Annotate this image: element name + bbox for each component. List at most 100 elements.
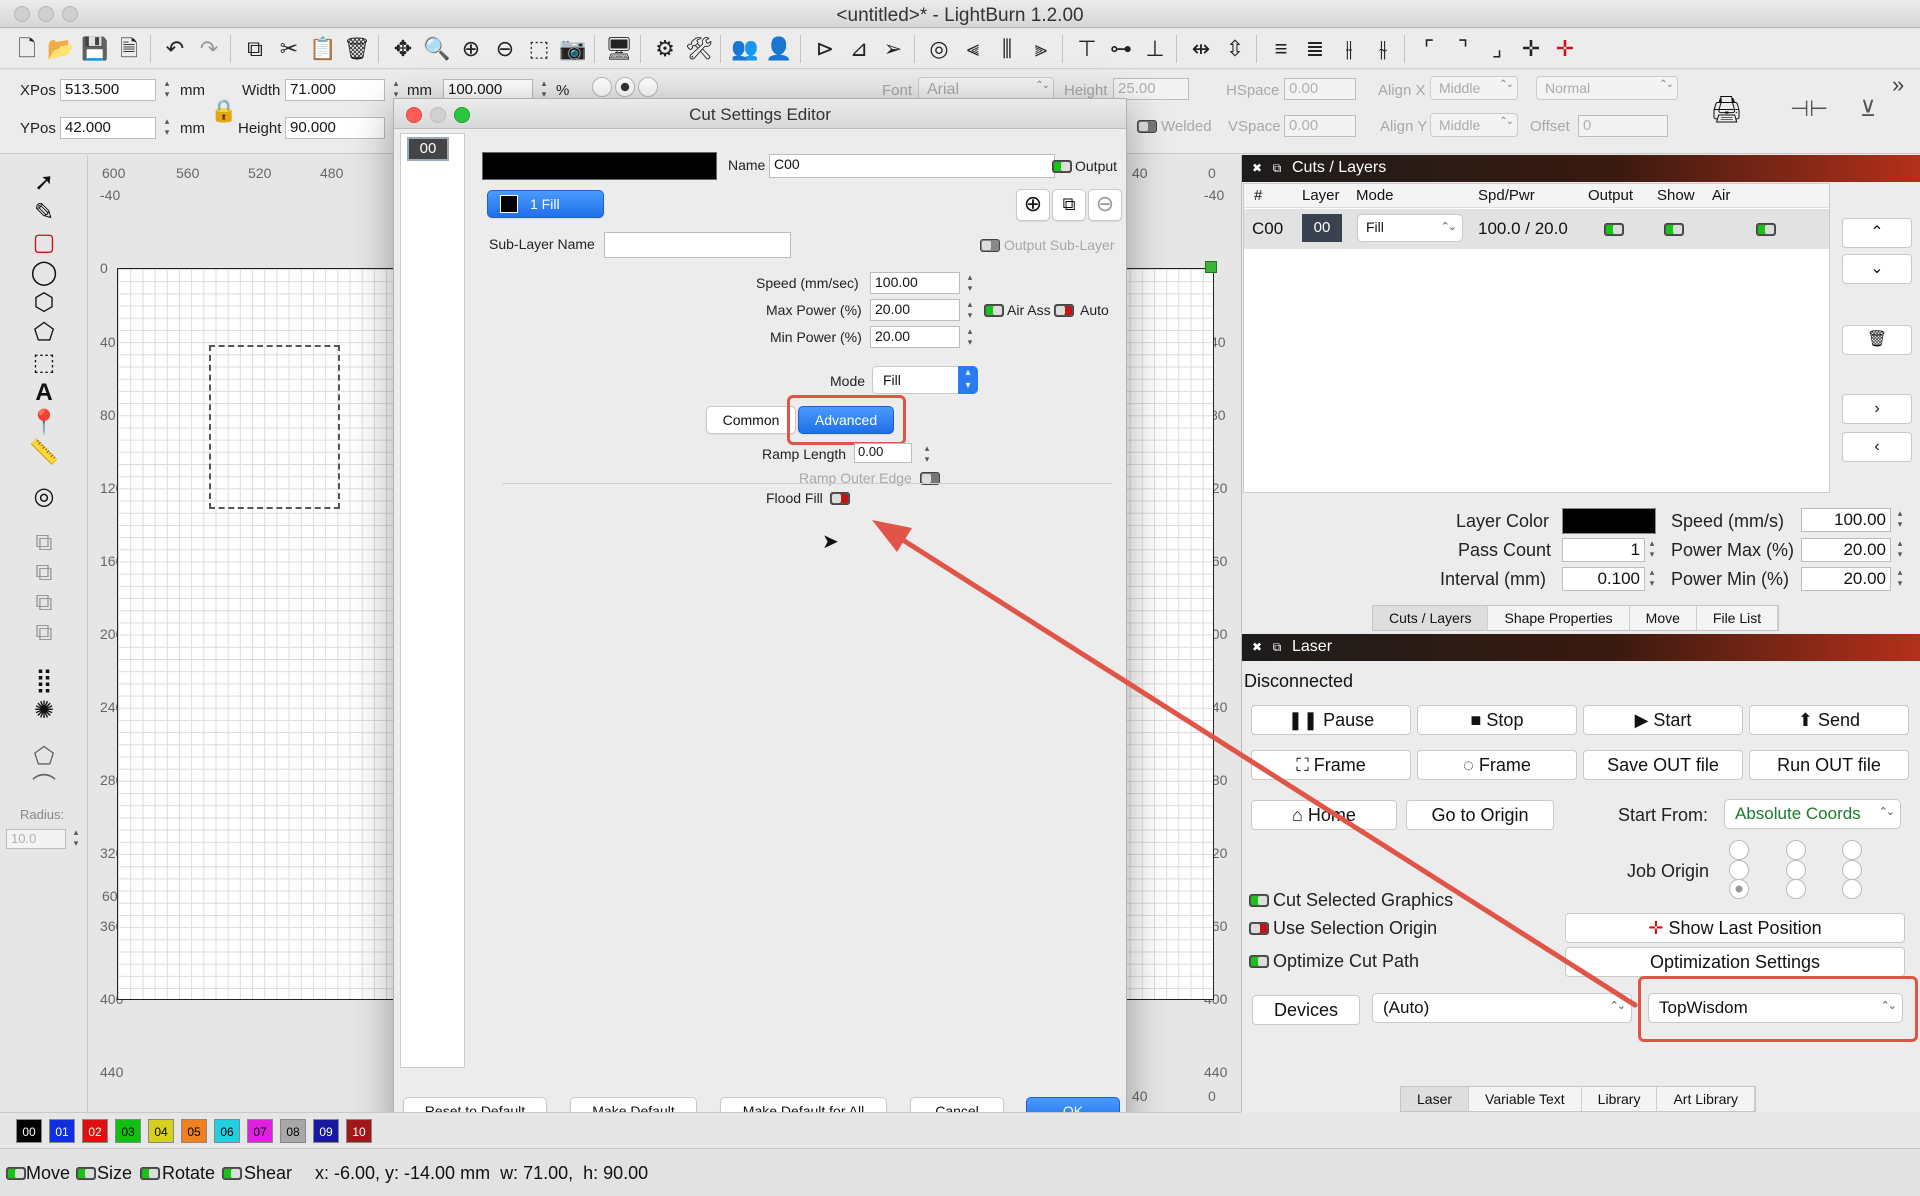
job-origin-tl[interactable]	[1729, 840, 1749, 860]
laser-position-icon[interactable]: ✛	[1550, 34, 1580, 64]
panel-float-icon[interactable]: ⧉	[1270, 161, 1284, 175]
offset-shapes-icon[interactable]: ◎	[28, 483, 60, 511]
boolean-subtract-icon[interactable]: ⧉	[28, 589, 60, 617]
job-origin-mr[interactable]	[1842, 860, 1862, 880]
move-layer-up-icon[interactable]: ⌃	[1842, 218, 1912, 248]
flood-fill-toggle[interactable]	[830, 492, 850, 505]
xpos-spinner[interactable]: ▴ ▾	[161, 78, 173, 102]
ellipse-icon[interactable]: ◯	[28, 259, 60, 287]
ramp-length-input[interactable]: 0.00	[854, 443, 912, 463]
stop-button[interactable]: ■ Stop	[1417, 705, 1577, 735]
cut-icon[interactable]: ✂	[274, 34, 304, 64]
radius-spinner[interactable]: ▴ ▾	[70, 827, 82, 851]
save-icon[interactable]: 💾	[80, 34, 110, 64]
speed-input[interactable]: 100.00	[870, 272, 960, 294]
air-assist-toggle[interactable]	[984, 304, 1004, 317]
start-from-select[interactable]: Absolute Coords	[1724, 799, 1901, 829]
measure-icon[interactable]: 📏	[28, 439, 60, 467]
name-input[interactable]: C00	[769, 154, 1055, 178]
align-bottom-icon[interactable]: ⊥	[1140, 34, 1170, 64]
optimization-settings-button[interactable]: Optimization Settings	[1565, 947, 1905, 977]
palette-swatch-08[interactable]: 08	[280, 1119, 306, 1143]
vspace-input[interactable]: 0.00	[1284, 115, 1356, 137]
layer-list-item-00[interactable]: 00	[407, 137, 449, 161]
power-min-spinner[interactable]: ▴ ▾	[1894, 567, 1906, 591]
boolean-intersect-icon[interactable]: ⧉	[28, 619, 60, 647]
speed-spinner[interactable]: ▴ ▾	[964, 272, 976, 296]
speed-spinner[interactable]: ▴ ▾	[1894, 508, 1906, 532]
circular-array-icon[interactable]: ✺	[28, 697, 60, 725]
send-icon[interactable]: ➢	[878, 34, 908, 64]
font-height-input[interactable]: 25.00	[1113, 78, 1189, 100]
paste-icon[interactable]: 📋	[308, 34, 338, 64]
lock-ratio-icon[interactable]: 🔒	[210, 98, 237, 124]
tools-icon[interactable]: 🛠	[684, 34, 714, 64]
power-max-spinner[interactable]: ▴ ▾	[1894, 538, 1906, 562]
pass-count-spinner[interactable]: ▴ ▾	[1646, 538, 1658, 562]
rectangle-icon[interactable]: ▢	[28, 229, 60, 257]
pause-button[interactable]: ❚❚ Pause	[1251, 705, 1411, 735]
devices-button[interactable]: Devices	[1252, 995, 1360, 1025]
panel-close-icon[interactable]: ✖	[1250, 161, 1264, 175]
start-button[interactable]: ▶ Start	[1583, 705, 1743, 735]
output-toggle[interactable]	[1052, 160, 1072, 173]
place-marker-icon[interactable]: 📍	[28, 409, 60, 437]
offset-input[interactable]: 0	[1578, 115, 1668, 137]
corner-tl-icon[interactable]: ⌜	[1414, 34, 1444, 64]
duplicate-sublayer-icon[interactable]: ⧉	[1052, 189, 1086, 221]
text-tool-icon[interactable]: A	[28, 379, 60, 407]
xpos-input[interactable]: 513.500	[60, 79, 156, 101]
welded-toggle[interactable]	[1137, 120, 1157, 133]
interval-input[interactable]: 0.100	[1562, 567, 1645, 591]
monitor-icon[interactable]: 🖥	[604, 34, 634, 64]
height-input[interactable]: 90.000	[285, 117, 385, 139]
layer-color-swatch[interactable]	[482, 152, 717, 180]
job-origin-mc[interactable]	[1786, 860, 1806, 880]
ungroup-icon[interactable]: 👤	[764, 34, 794, 64]
size-toggle[interactable]	[76, 1167, 96, 1180]
open-folder-icon[interactable]: 📂	[46, 34, 76, 64]
corner-br-icon[interactable]: ⌟	[1482, 34, 1512, 64]
zoom-out-icon[interactable]: ⊖	[490, 34, 520, 64]
ypos-spinner[interactable]: ▴ ▾	[161, 116, 173, 140]
power-max-input[interactable]: 20.00	[1801, 538, 1891, 562]
row-mode-select[interactable]: Fill	[1357, 214, 1463, 242]
anchor-radio-2[interactable]	[615, 77, 635, 97]
pen-icon[interactable]: ✎	[28, 199, 60, 227]
zoom-fit-icon[interactable]: 🔍	[422, 34, 452, 64]
save-out-file-button[interactable]: Save OUT file	[1583, 750, 1743, 780]
move-together-h-icon[interactable]: ≡	[1266, 34, 1296, 64]
copy-icon[interactable]: ⧉	[240, 34, 270, 64]
max-power-input[interactable]: 20.00	[870, 299, 960, 321]
max-power-spinner[interactable]: ▴ ▾	[964, 299, 976, 323]
tab-variable-text[interactable]: Variable Text	[1469, 1087, 1582, 1111]
style-select[interactable]: Normal	[1536, 76, 1678, 100]
sublayer-tab-1-fill[interactable]: 1 Fill	[487, 190, 604, 218]
go-to-origin-button[interactable]: Go to Origin	[1406, 800, 1554, 830]
cut-selected-toggle[interactable]	[1249, 894, 1269, 907]
palette-swatch-01[interactable]: 01	[49, 1119, 75, 1143]
use-selection-origin-toggle[interactable]	[1249, 922, 1269, 935]
job-origin-ml[interactable]	[1729, 860, 1749, 880]
home-button[interactable]: ⌂ Home	[1251, 800, 1397, 830]
corner-radius-icon[interactable]: ⌒	[28, 773, 60, 801]
space-h-icon[interactable]: ⫲	[1334, 34, 1364, 64]
anchor-radio-1[interactable]	[592, 77, 612, 97]
distribute-icon[interactable]: ⊻	[1860, 96, 1876, 122]
palette-swatch-05[interactable]: 05	[181, 1119, 207, 1143]
width-input[interactable]: 71.000	[285, 79, 385, 101]
laser-head-icon[interactable]: 🖨	[1710, 94, 1743, 125]
table-row[interactable]: C00 00 Fill 100.0 / 20.0	[1244, 209, 1829, 249]
ypos-input[interactable]: 42.000	[60, 117, 156, 139]
more-chevron-icon[interactable]: »	[1892, 72, 1904, 98]
zoom-in-icon[interactable]: ⊕	[456, 34, 486, 64]
palette-swatch-09[interactable]: 09	[313, 1119, 339, 1143]
corner-tr-icon[interactable]: ⌝	[1448, 34, 1478, 64]
flip-horizontal-icon[interactable]: ⊳	[810, 34, 840, 64]
row-show-toggle[interactable]	[1664, 223, 1684, 236]
min-power-input[interactable]: 20.00	[870, 326, 960, 348]
export-icon[interactable]: 🗎	[114, 34, 144, 64]
palette-swatch-00[interactable]: 00	[16, 1119, 42, 1143]
convert-path-icon[interactable]: ⬠	[28, 743, 60, 771]
frame-selection-icon[interactable]: ⬚	[524, 34, 554, 64]
